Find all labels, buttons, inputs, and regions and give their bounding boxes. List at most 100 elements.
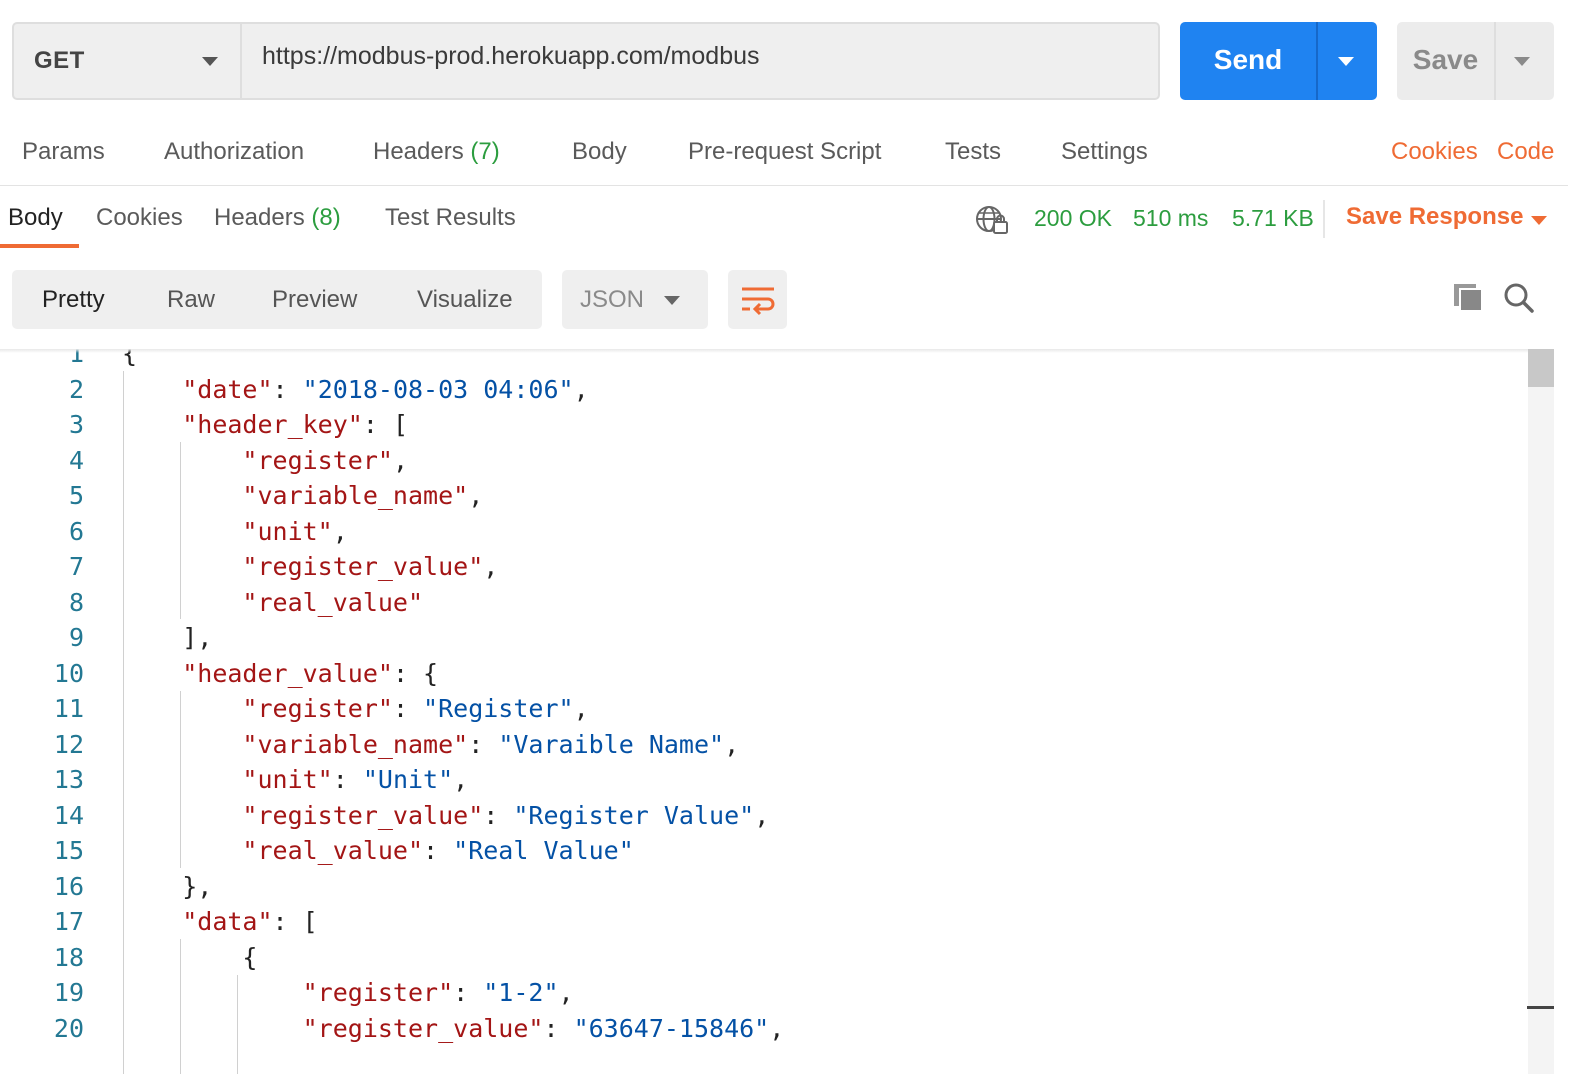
save-options-chevron-icon[interactable] xyxy=(1514,57,1530,66)
line-number: 7 xyxy=(68,552,84,581)
response-headers-label: Headers xyxy=(214,204,305,231)
copy-icon[interactable] xyxy=(1452,282,1484,312)
json-punctuation: , xyxy=(468,481,484,510)
line-number: 6 xyxy=(68,516,84,546)
json-key: "register_value" xyxy=(242,800,484,830)
view-pretty-button[interactable]: Pretty xyxy=(42,286,105,314)
code-line: 11 "register": "Register", xyxy=(0,691,1528,727)
json-punctuation: : xyxy=(272,374,303,404)
code-text: "variable_name", xyxy=(122,478,483,514)
chevron-down-icon[interactable] xyxy=(1531,216,1547,225)
response-tab-cookies[interactable]: Cookies xyxy=(96,204,183,232)
line-number: 17 xyxy=(53,907,84,936)
line-number: 18 xyxy=(53,942,84,972)
json-string: "Varaible Name" xyxy=(498,729,725,759)
tab-prerequest-script[interactable]: Pre-request Script xyxy=(688,138,881,166)
json-punctuation: , xyxy=(483,552,499,581)
scrollbar-thumb[interactable] xyxy=(1528,349,1554,387)
json-punctuation xyxy=(122,907,182,936)
send-options-chevron-icon[interactable] xyxy=(1338,57,1354,66)
json-punctuation: : { xyxy=(392,658,439,688)
code-line: 3 "header_key": [ xyxy=(0,407,1528,443)
json-punctuation xyxy=(122,375,182,404)
json-string: "Real Value" xyxy=(453,836,634,865)
json-key: "register_value" xyxy=(302,1013,544,1043)
send-button[interactable]: Send xyxy=(1180,22,1377,100)
json-punctuation: : [ xyxy=(362,410,408,439)
cookies-link[interactable]: Cookies xyxy=(1391,138,1478,166)
json-punctuation: , xyxy=(453,765,469,794)
code-line: 19 "register": "1-2", xyxy=(0,975,1528,1011)
method-select[interactable]: GET xyxy=(14,24,242,98)
line-number: 3 xyxy=(68,410,84,439)
globe-lock-icon[interactable] xyxy=(975,205,1009,235)
view-raw-button[interactable]: Raw xyxy=(167,286,215,314)
format-select[interactable]: JSON xyxy=(562,270,708,329)
response-size: 5.71 KB xyxy=(1232,205,1314,231)
tab-body[interactable]: Body xyxy=(572,138,627,166)
json-punctuation: , xyxy=(769,1013,785,1043)
json-punctuation xyxy=(122,588,242,617)
json-key: "unit" xyxy=(242,516,333,546)
json-punctuation: : xyxy=(543,1013,574,1043)
send-divider xyxy=(1316,22,1318,100)
code-text: "variable_name": "Varaible Name", xyxy=(122,727,739,763)
code-link[interactable]: Code xyxy=(1497,138,1554,166)
code-text: "unit": "Unit", xyxy=(122,762,468,798)
vertical-scrollbar[interactable] xyxy=(1528,349,1554,1074)
response-tab-test-results[interactable]: Test Results xyxy=(385,204,516,232)
response-tab-body[interactable]: Body xyxy=(8,204,63,232)
json-punctuation xyxy=(122,836,242,865)
code-line: 9 ], xyxy=(0,620,1528,656)
line-number: 15 xyxy=(53,836,84,865)
json-punctuation: }, xyxy=(122,871,213,901)
line-number: 16 xyxy=(53,871,84,901)
tab-tests[interactable]: Tests xyxy=(945,138,1001,166)
wrap-lines-button[interactable] xyxy=(728,270,787,329)
json-key: "real_value" xyxy=(242,587,424,617)
view-visualize-button[interactable]: Visualize xyxy=(417,286,513,314)
json-string: "2018-08-03 04:06" xyxy=(302,374,574,404)
code-text: "header_value": { xyxy=(122,656,438,692)
url-input[interactable]: https://modbus-prod.herokuapp.com/modbus xyxy=(262,42,760,71)
code-line: 15 "real_value": "Real Value" xyxy=(0,833,1528,869)
chevron-down-icon xyxy=(664,296,680,305)
json-punctuation: , xyxy=(558,978,574,1007)
json-key: "date" xyxy=(182,374,273,404)
line-number: 9 xyxy=(68,623,84,652)
json-key: "header_value" xyxy=(182,658,393,688)
json-punctuation: : xyxy=(453,978,484,1007)
chevron-down-icon xyxy=(202,57,218,66)
json-punctuation: { xyxy=(122,942,258,972)
code-line: 14 "register_value": "Register Value", xyxy=(0,798,1528,834)
code-text: "register": "1-2", xyxy=(122,975,574,1011)
json-string: "Register Value" xyxy=(513,800,755,830)
tab-headers[interactable]: Headers (7) xyxy=(373,138,500,166)
json-key: "variable_name" xyxy=(242,481,469,510)
code-text: "real_value" xyxy=(122,585,423,621)
save-response-button[interactable]: Save Response xyxy=(1346,203,1523,231)
code-line: 7 "register_value", xyxy=(0,549,1528,585)
code-text: { xyxy=(122,940,257,976)
json-punctuation xyxy=(122,446,242,475)
tab-settings[interactable]: Settings xyxy=(1061,138,1148,166)
response-body-editor[interactable]: 1{2 "date": "2018-08-03 04:06", 3 "header… xyxy=(0,349,1528,1074)
json-punctuation: , xyxy=(724,729,740,759)
json-punctuation: : xyxy=(392,694,424,723)
line-number: 20 xyxy=(53,1013,84,1043)
search-icon[interactable] xyxy=(1503,282,1535,314)
tab-authorization[interactable]: Authorization xyxy=(164,138,304,166)
json-punctuation xyxy=(122,517,242,546)
json-key: "unit" xyxy=(242,765,333,794)
save-button[interactable]: Save xyxy=(1397,22,1554,100)
tab-params[interactable]: Params xyxy=(22,138,105,166)
code-text: "date": "2018-08-03 04:06", xyxy=(122,372,588,408)
status-code: 200 OK xyxy=(1034,205,1112,231)
json-key: "register" xyxy=(242,694,393,723)
send-label: Send xyxy=(1213,44,1283,75)
response-tab-headers[interactable]: Headers (8) xyxy=(214,204,341,232)
json-punctuation xyxy=(122,694,242,723)
view-preview-button[interactable]: Preview xyxy=(272,286,357,314)
request-bar: GET https://modbus-prod.herokuapp.com/mo… xyxy=(12,22,1160,100)
json-key: "register" xyxy=(242,445,393,475)
